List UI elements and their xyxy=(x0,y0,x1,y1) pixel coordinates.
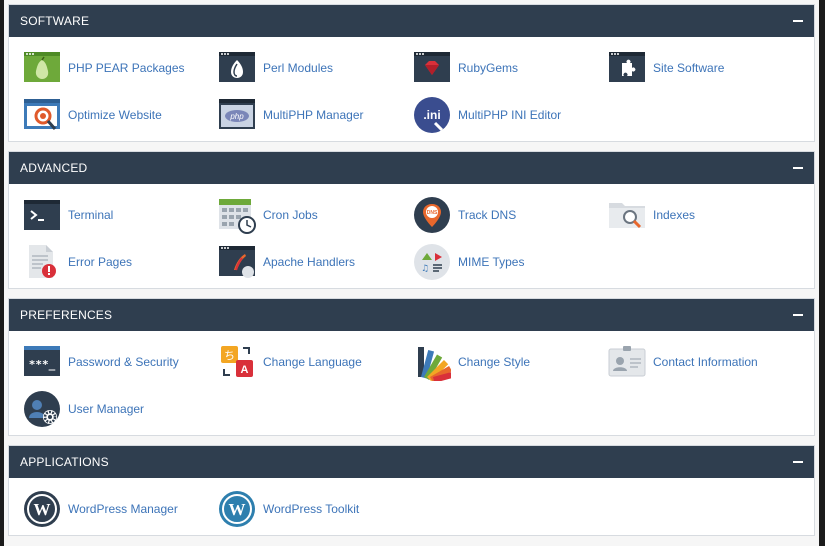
svg-text:.ini: .ini xyxy=(423,108,440,122)
software-panel-title: SOFTWARE xyxy=(20,14,90,28)
user-manager-icon xyxy=(24,391,60,427)
svg-text:♫: ♫ xyxy=(421,264,429,274)
item-label: MIME Types xyxy=(458,255,525,269)
item-label: RubyGems xyxy=(458,61,519,75)
php-pear-icon xyxy=(24,52,60,82)
change-language-icon: ち A xyxy=(221,346,253,377)
preferences-item-change-style[interactable]: Change Style xyxy=(413,343,530,381)
svg-text:DNS: DNS xyxy=(427,210,438,216)
item-label: MultiPHP INI Editor xyxy=(458,108,562,122)
advanced-item-indexes[interactable]: Indexes xyxy=(608,196,695,234)
software-panel-header[interactable]: SOFTWARE xyxy=(9,5,814,37)
item-label: Optimize Website xyxy=(68,108,162,122)
change-style-icon xyxy=(418,347,451,381)
software-panel: SOFTWARE PHP PEAR Packages Perl Modules … xyxy=(8,4,815,142)
track-dns-icon: DNS xyxy=(414,197,450,233)
item-label: Terminal xyxy=(68,208,114,222)
applications-panel-header[interactable]: APPLICATIONS xyxy=(9,446,814,478)
preferences-collapse-button[interactable] xyxy=(792,308,804,322)
error-pages-icon xyxy=(29,245,56,278)
advanced-item-terminal[interactable]: Terminal xyxy=(23,196,113,234)
software-item-multiphp-manager[interactable]: php MultiPHP Manager xyxy=(218,96,364,134)
advanced-item-apache-handlers[interactable]: Apache Handlers xyxy=(218,243,355,281)
optimize-website-icon xyxy=(24,99,60,130)
item-label: Password & Security xyxy=(68,355,179,369)
applications-panel-title: APPLICATIONS xyxy=(20,455,109,469)
cpanel-page: SOFTWARE PHP PEAR Packages Perl Modules … xyxy=(4,0,819,546)
minus-icon xyxy=(793,167,803,169)
advanced-panel-title: ADVANCED xyxy=(20,161,88,175)
multiphp-ini-editor-icon: .ini xyxy=(414,97,450,133)
applications-item-wordpress-manager[interactable]: W WordPress Manager xyxy=(23,490,178,528)
site-software-icon xyxy=(609,52,645,82)
mime-types-icon: ♫ xyxy=(414,244,450,280)
rubygems-icon xyxy=(414,52,450,82)
preferences-panel: PREFERENCES ***_ Password & Security ち A xyxy=(8,298,815,436)
software-item-php-pear-packages[interactable]: PHP PEAR Packages xyxy=(23,49,185,87)
svg-text:A: A xyxy=(241,364,249,376)
minus-icon xyxy=(793,314,803,316)
item-label: Cron Jobs xyxy=(263,208,318,222)
svg-text:***_: ***_ xyxy=(29,358,56,371)
preferences-item-password-security[interactable]: ***_ Password & Security xyxy=(23,343,179,381)
item-label: User Manager xyxy=(68,402,145,416)
cron-jobs-icon xyxy=(219,199,256,234)
item-label: PHP PEAR Packages xyxy=(68,61,185,75)
software-item-optimize-website[interactable]: Optimize Website xyxy=(23,96,162,134)
software-item-rubygems[interactable]: RubyGems xyxy=(413,49,518,87)
software-item-multiphp-ini-editor[interactable]: .ini MultiPHP INI Editor xyxy=(413,96,561,134)
item-label: Error Pages xyxy=(68,255,133,269)
indexes-icon xyxy=(609,203,645,229)
terminal-icon xyxy=(24,200,60,230)
item-label: Change Style xyxy=(458,355,531,369)
advanced-panel-header[interactable]: ADVANCED xyxy=(9,152,814,184)
software-collapse-button[interactable] xyxy=(792,14,804,28)
wordpress-toolkit-icon: W xyxy=(219,491,255,527)
item-label: WordPress Toolkit xyxy=(263,502,360,516)
minus-icon xyxy=(793,461,803,463)
advanced-item-cron-jobs[interactable]: Cron Jobs xyxy=(218,196,318,234)
minus-icon xyxy=(793,20,803,22)
item-label: Contact Information xyxy=(653,355,758,369)
item-label: Track DNS xyxy=(458,208,517,222)
svg-text:php: php xyxy=(229,112,244,121)
applications-item-wordpress-toolkit[interactable]: W WordPress Toolkit xyxy=(218,490,359,528)
item-label: Change Language xyxy=(263,355,362,369)
preferences-item-user-manager[interactable]: User Manager xyxy=(23,390,144,428)
software-item-site-software[interactable]: Site Software xyxy=(608,49,724,87)
preferences-panel-title: PREFERENCES xyxy=(20,308,113,322)
item-label: Site Software xyxy=(653,61,725,75)
item-label: MultiPHP Manager xyxy=(263,108,364,122)
preferences-panel-header[interactable]: PREFERENCES xyxy=(9,299,814,331)
svg-text:W: W xyxy=(34,500,51,519)
item-label: Perl Modules xyxy=(263,61,334,75)
apache-handlers-icon xyxy=(219,246,255,278)
password-security-icon: ***_ xyxy=(24,346,60,376)
item-label: Indexes xyxy=(653,208,696,222)
applications-collapse-button[interactable] xyxy=(792,455,804,469)
contact-information-icon xyxy=(608,346,646,377)
perl-modules-icon xyxy=(219,52,255,82)
item-label: Apache Handlers xyxy=(263,255,356,269)
software-item-perl-modules[interactable]: Perl Modules xyxy=(218,49,333,87)
preferences-item-change-language[interactable]: ち A Change Language xyxy=(218,343,362,381)
advanced-item-track-dns[interactable]: DNS Track DNS xyxy=(413,196,516,234)
preferences-item-contact-information[interactable]: Contact Information xyxy=(608,343,758,381)
applications-panel: APPLICATIONS W WordPress Manager W WordP… xyxy=(8,445,815,536)
wordpress-manager-icon: W xyxy=(24,491,60,527)
svg-text:W: W xyxy=(229,500,246,519)
item-label: WordPress Manager xyxy=(68,502,178,516)
advanced-item-error-pages[interactable]: Error Pages xyxy=(23,243,132,281)
multiphp-manager-icon: php xyxy=(219,99,255,129)
advanced-collapse-button[interactable] xyxy=(792,161,804,175)
advanced-item-mime-types[interactable]: ♫ MIME Types xyxy=(413,243,524,281)
svg-text:ち: ち xyxy=(224,349,235,362)
advanced-panel: ADVANCED Terminal Cron Jobs DNS Track DN… xyxy=(8,151,815,289)
